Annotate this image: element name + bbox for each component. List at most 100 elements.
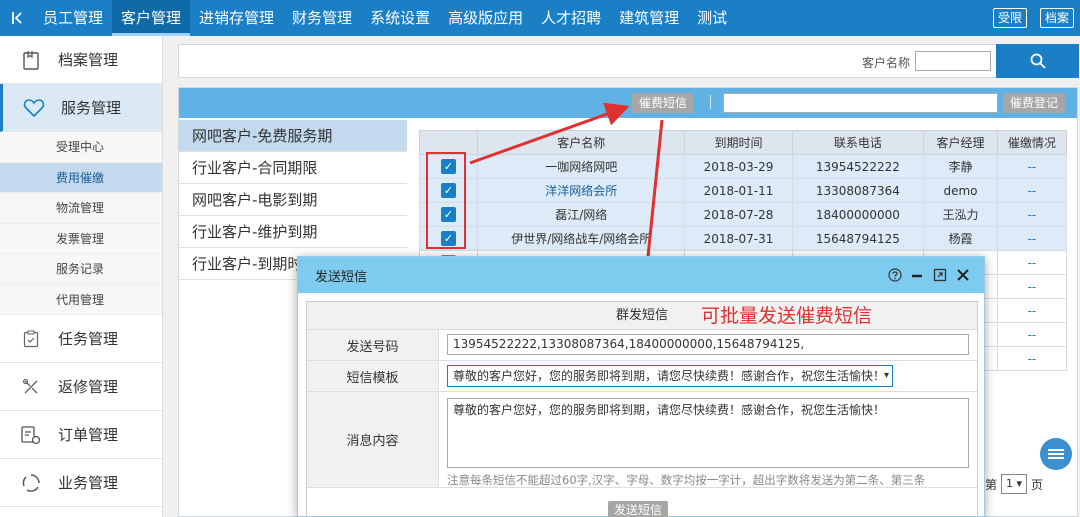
cell-expire: 2018-01-11 xyxy=(684,178,793,203)
send-sms-dialog: 发送短信 群发短信 可批量发送催费短信 发送号码 13954522222,133… xyxy=(297,256,985,517)
table-row[interactable]: ✓ 伊世界/网络战车/网络会所 2018-07-31 15648794125 杨… xyxy=(419,226,1068,251)
nav-system[interactable]: 系统设置 xyxy=(361,0,439,36)
table-row[interactable]: ✓ 磊江/网络 2018-07-28 18400000000 王泓力 -- xyxy=(419,202,1068,227)
nav-recruit[interactable]: 人才招聘 xyxy=(532,0,610,36)
cell-status: -- xyxy=(996,226,1068,251)
length-hint: 注意每条短信不能超过60字,汉字、字母、数字均按一字计，超出字数将发送为第二条、… xyxy=(447,473,926,487)
page-select[interactable]: 1 ▾ xyxy=(1001,474,1028,494)
cell-phone: 15648794125 xyxy=(791,226,925,251)
content-row: 消息内容 尊敬的客户您好，您的服务即将到期，请您尽快续费！感谢合作，祝您生活愉快… xyxy=(307,392,977,488)
sidebar-item-business[interactable]: 业务管理 xyxy=(0,459,162,507)
cell-phone: 13308087364 xyxy=(791,178,925,203)
chevron-down-icon: ▾ xyxy=(883,370,889,381)
cell-status: -- xyxy=(996,298,1068,323)
top-navigation-bar: 员工管理 客户管理 进销存管理 财务管理 系统设置 高级版应用 人才招聘 建筑管… xyxy=(0,0,1080,36)
cell-expire: 2018-03-29 xyxy=(684,154,793,179)
section-header: 群发短信 可批量发送催费短信 xyxy=(307,302,977,330)
nav-finance[interactable]: 财务管理 xyxy=(283,0,361,36)
table-row[interactable]: ✓ 一咖网络网吧 2018-03-29 13954522222 李静 -- xyxy=(419,154,1068,179)
sidebar-sub-substitute[interactable]: 代用管理 xyxy=(0,284,162,315)
cell-manager: 王泓力 xyxy=(923,202,998,227)
sidebar-sub-logistics[interactable]: 物流管理 xyxy=(0,193,162,224)
archive-button[interactable]: 档案 xyxy=(1040,8,1075,28)
category-item[interactable]: 行业客户-合同期限 xyxy=(179,152,407,184)
table-header-name[interactable]: 客户名称 xyxy=(476,130,686,155)
nav-advanced[interactable]: 高级版应用 xyxy=(439,0,532,36)
annotation-text: 可批量发送催费短信 xyxy=(701,305,873,327)
sidebar-item-label: 服务管理 xyxy=(61,99,122,117)
cell-status: -- xyxy=(996,250,1068,275)
sidebar-item-repair[interactable]: 返修管理 xyxy=(0,363,162,411)
table-header-phone[interactable]: 联系电话 xyxy=(791,130,925,155)
dialog-body: 群发短信 可批量发送催费短信 发送号码 13954522222,13308087… xyxy=(306,301,978,517)
template-label: 短信模板 xyxy=(307,361,439,391)
sidebar-sub-acceptance[interactable]: 受理中心 xyxy=(0,132,162,163)
cell-manager: demo xyxy=(923,178,998,203)
search-button[interactable] xyxy=(996,44,1079,78)
send-sms-button[interactable]: 发送短信 xyxy=(608,501,669,517)
pagination: 第 1 ▾ 页 xyxy=(985,474,1043,494)
search-bar: 客户名称 xyxy=(178,44,1079,78)
nav-construction[interactable]: 建筑管理 xyxy=(610,0,688,36)
search-icon xyxy=(1030,53,1046,69)
table-header-manager[interactable]: 客户经理 xyxy=(923,130,998,155)
help-icon[interactable] xyxy=(887,267,903,283)
nav-test[interactable]: 测试 xyxy=(688,0,736,36)
sidebar-item-label: 任务管理 xyxy=(58,330,119,348)
cell-status: -- xyxy=(996,274,1068,299)
cell-expire: 2018-07-28 xyxy=(684,202,793,227)
content-textarea[interactable]: 尊敬的客户您好，您的服务即将到期，请您尽快续费！感谢合作，祝您生活愉快！ xyxy=(447,398,969,468)
table-header-expire[interactable]: 到期时间 xyxy=(684,130,793,155)
toolbar-input[interactable] xyxy=(723,93,998,113)
nav-employee[interactable]: 员工管理 xyxy=(34,0,112,36)
cell-status: -- xyxy=(996,202,1068,227)
sidebar-item-order[interactable]: 订单管理 xyxy=(0,411,162,459)
template-select[interactable]: 尊敬的客户您好，您的服务即将到期，请您尽快续费！感谢合作，祝您生活愉快！ ▾ xyxy=(447,365,893,387)
numbers-label: 发送号码 xyxy=(307,330,439,360)
cell-name: 磊江/网络 xyxy=(476,202,686,227)
category-item[interactable]: 行业客户-维护到期 xyxy=(179,216,407,248)
cell-status: -- xyxy=(996,322,1068,347)
floating-service-icon[interactable] xyxy=(1040,438,1072,470)
cell-status: -- xyxy=(996,178,1068,203)
restricted-button[interactable]: 受限 xyxy=(993,8,1028,28)
back-chevron-icon[interactable] xyxy=(0,0,34,36)
toolbar: 催费短信 催费登记 xyxy=(179,88,1077,118)
cell-expire: 2018-07-31 xyxy=(684,226,793,251)
cell-name: 一咖网络网吧 xyxy=(476,154,686,179)
pager-prefix: 第 xyxy=(985,477,998,492)
maximize-icon[interactable] xyxy=(932,267,948,283)
fee-register-button[interactable]: 催费登记 xyxy=(1003,93,1066,113)
table-header-select[interactable] xyxy=(419,130,478,155)
table-row[interactable]: ✓ 洋洋网络会所 2018-01-11 13308087364 demo -- xyxy=(419,178,1068,203)
pager-suffix: 页 xyxy=(1031,477,1044,492)
checkbox-highlight-box xyxy=(426,152,466,249)
cell-manager: 杨霞 xyxy=(923,226,998,251)
sidebar-item-label: 订单管理 xyxy=(58,426,119,444)
customer-name-input[interactable] xyxy=(915,51,991,71)
sidebar-item-archive[interactable]: 档案管理 xyxy=(0,36,162,84)
cell-name[interactable]: 洋洋网络会所 xyxy=(476,178,686,203)
cell-phone: 18400000000 xyxy=(791,202,925,227)
sidebar-sub-fee-reminder[interactable]: 费用催缴 xyxy=(0,162,162,193)
sidebar-item-task[interactable]: 任务管理 xyxy=(0,315,162,363)
close-icon[interactable] xyxy=(955,267,971,283)
category-item[interactable]: 网吧客户-免费服务期 xyxy=(179,120,407,152)
fee-sms-button[interactable]: 催费短信 xyxy=(632,93,695,113)
nav-inventory[interactable]: 进销存管理 xyxy=(190,0,283,36)
dialog-title: 发送短信 xyxy=(315,269,368,285)
minimize-icon[interactable] xyxy=(909,267,925,283)
table-header-status[interactable]: 催缴情况 xyxy=(996,130,1068,155)
sidebar-sub-service-record[interactable]: 服务记录 xyxy=(0,254,162,285)
numbers-row: 发送号码 13954522222,13308087364,18400000000… xyxy=(307,330,977,361)
sidebar-item-label: 档案管理 xyxy=(58,51,119,69)
cell-status: -- xyxy=(996,154,1068,179)
numbers-input[interactable]: 13954522222,13308087364,18400000000,1564… xyxy=(447,334,969,355)
nav-customer[interactable]: 客户管理 xyxy=(112,0,191,36)
clipboard-icon xyxy=(18,327,44,351)
category-item[interactable]: 网吧客户-电影到期 xyxy=(179,184,407,216)
sidebar-item-label: 返修管理 xyxy=(58,378,119,396)
cell-phone: 13954522222 xyxy=(791,154,925,179)
sidebar-item-service[interactable]: 服务管理 xyxy=(0,84,162,132)
sidebar-sub-invoice[interactable]: 发票管理 xyxy=(0,223,162,254)
